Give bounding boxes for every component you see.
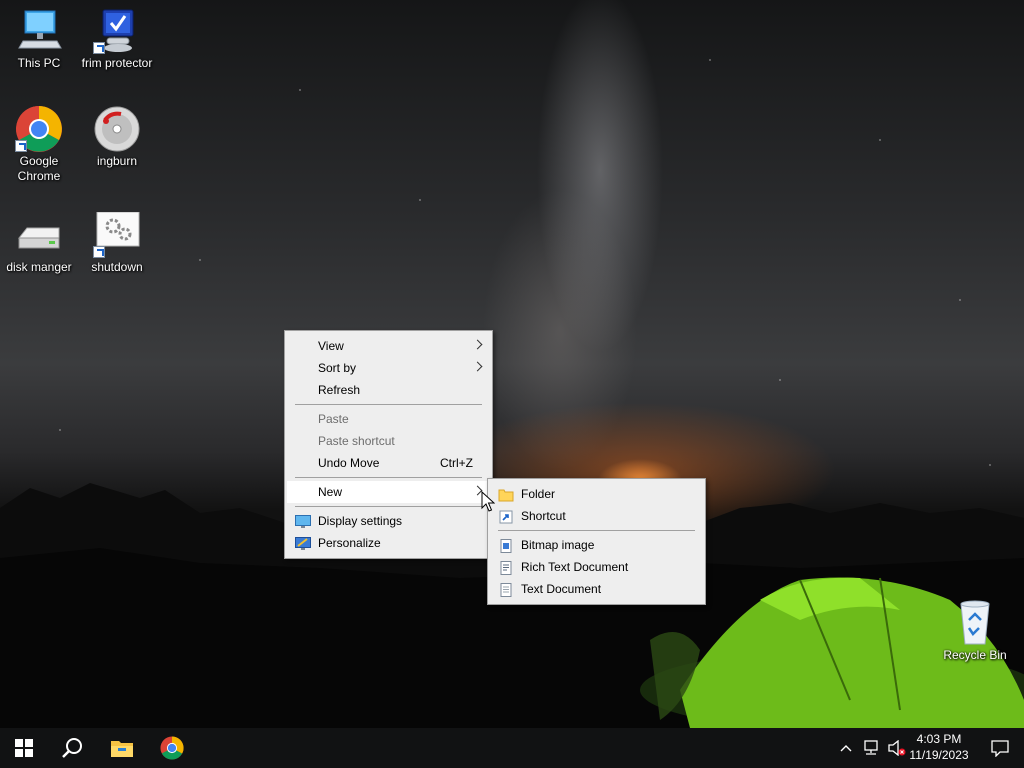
chevron-right-icon bbox=[472, 361, 483, 372]
taskbar-clock[interactable]: 4:03 PM 11/19/2023 bbox=[904, 731, 974, 763]
rtf-document-icon bbox=[498, 560, 514, 575]
desktop-context-menu: View Sort by Refresh Paste Paste shortcu… bbox=[284, 330, 493, 559]
menu-item-undo-move[interactable]: Undo Move Ctrl+Z bbox=[287, 452, 490, 474]
desktop-icon-recycle-bin[interactable]: Recycle Bin bbox=[936, 600, 1014, 663]
disk-manager-icon bbox=[13, 212, 65, 258]
menu-item-label: Folder bbox=[521, 487, 556, 501]
desktop-icon-shutdown[interactable]: shutdown bbox=[78, 211, 156, 275]
menu-item-paste: Paste bbox=[287, 408, 490, 430]
menu-separator bbox=[498, 530, 695, 531]
desktop-icon-this-pc[interactable]: This PC bbox=[0, 8, 78, 71]
menu-separator bbox=[295, 477, 482, 478]
menu-item-label: Paste shortcut bbox=[318, 434, 395, 448]
personalize-icon bbox=[295, 536, 311, 550]
search-icon bbox=[62, 738, 82, 758]
menu-item-label: Shortcut bbox=[521, 509, 566, 523]
menu-item-label: Rich Text Document bbox=[521, 560, 629, 574]
menu-separator bbox=[295, 506, 482, 507]
menu-item-view[interactable]: View bbox=[287, 335, 490, 357]
bitmap-icon bbox=[498, 538, 514, 553]
menu-item-personalize[interactable]: Personalize bbox=[287, 532, 490, 554]
desktop-icon-label: shutdown bbox=[91, 260, 143, 274]
menu-item-label: Display settings bbox=[318, 514, 403, 528]
frim-protector-icon bbox=[91, 8, 143, 54]
menu-item-label: New bbox=[318, 485, 343, 499]
menu-separator bbox=[295, 404, 482, 405]
desktop-icon-label: This PC bbox=[17, 56, 61, 70]
submenu-item-folder[interactable]: Folder bbox=[490, 483, 703, 505]
menu-item-label: Refresh bbox=[318, 383, 361, 397]
chevron-right-icon bbox=[472, 339, 483, 350]
mouse-cursor-icon bbox=[481, 491, 495, 512]
network-button[interactable] bbox=[858, 728, 884, 768]
shutdown-icon bbox=[91, 211, 143, 258]
display-settings-icon bbox=[295, 514, 311, 528]
show-hidden-icons-chevron-icon bbox=[840, 745, 852, 752]
desktop-icon-label: Google Chrome bbox=[17, 154, 61, 183]
submenu-item-shortcut[interactable]: Shortcut bbox=[490, 505, 703, 527]
desktop-icon-ingburn[interactable]: ingburn bbox=[78, 106, 156, 169]
submenu-item-text-document[interactable]: Text Document bbox=[490, 578, 703, 600]
search-button[interactable] bbox=[48, 728, 96, 768]
desktop-icon-label: Recycle Bin bbox=[943, 648, 1007, 662]
menu-item-label: Text Document bbox=[521, 582, 602, 596]
desktop-icon-frim-protector[interactable]: frim protector bbox=[78, 8, 156, 71]
desktop-icon-disk-manger[interactable]: disk manger bbox=[0, 212, 78, 275]
clock-time: 4:03 PM bbox=[916, 732, 962, 746]
folder-icon bbox=[498, 487, 514, 502]
menu-item-label: Sort by bbox=[318, 361, 357, 375]
notifications-button[interactable] bbox=[976, 728, 1024, 768]
submenu-item-bitmap-image[interactable]: Bitmap image bbox=[490, 534, 703, 556]
ingburn-icon bbox=[91, 106, 143, 152]
menu-item-label: View bbox=[318, 339, 344, 353]
desktop[interactable]: This PC frim protector Google Chrome ing… bbox=[0, 0, 1024, 728]
this-pc-icon bbox=[13, 8, 65, 54]
menu-item-paste-shortcut: Paste shortcut bbox=[287, 430, 490, 452]
network-icon bbox=[864, 740, 878, 755]
start-icon bbox=[15, 739, 33, 757]
menu-item-label: Paste bbox=[318, 412, 349, 426]
shortcut-icon bbox=[498, 509, 514, 524]
menu-item-shortcut: Ctrl+Z bbox=[440, 456, 473, 470]
menu-item-sort-by[interactable]: Sort by bbox=[287, 357, 490, 379]
clock-date: 11/19/2023 bbox=[909, 748, 969, 762]
chrome-taskbar-button[interactable] bbox=[148, 728, 196, 768]
menu-item-label: Bitmap image bbox=[521, 538, 595, 552]
chrome-icon bbox=[13, 106, 65, 152]
file-explorer-button[interactable] bbox=[98, 728, 146, 768]
notifications-icon bbox=[991, 740, 1009, 757]
desktop-icon-label: disk manger bbox=[6, 260, 72, 274]
menu-item-label: Personalize bbox=[318, 536, 381, 550]
show-hidden-icons-button[interactable] bbox=[834, 728, 858, 768]
menu-item-new[interactable]: New bbox=[287, 481, 490, 503]
desktop-icon-label: ingburn bbox=[96, 154, 138, 168]
menu-item-refresh[interactable]: Refresh bbox=[287, 379, 490, 401]
chrome-icon bbox=[160, 736, 184, 760]
submenu-item-rich-text-document[interactable]: Rich Text Document bbox=[490, 556, 703, 578]
new-submenu: Folder Shortcut Bitmap image Rich Text D… bbox=[487, 478, 706, 605]
file-explorer-icon bbox=[111, 741, 133, 757]
menu-item-display-settings[interactable]: Display settings bbox=[287, 510, 490, 532]
desktop-icon-label: frim protector bbox=[81, 56, 153, 70]
menu-item-label: Undo Move bbox=[318, 456, 380, 470]
desktop-icon-google-chrome[interactable]: Google Chrome bbox=[0, 106, 78, 184]
text-document-icon bbox=[498, 582, 514, 597]
taskbar: 4:03 PM 11/19/2023 bbox=[0, 728, 1024, 768]
recycle-bin-icon bbox=[949, 600, 1001, 646]
start-button[interactable] bbox=[0, 728, 48, 768]
